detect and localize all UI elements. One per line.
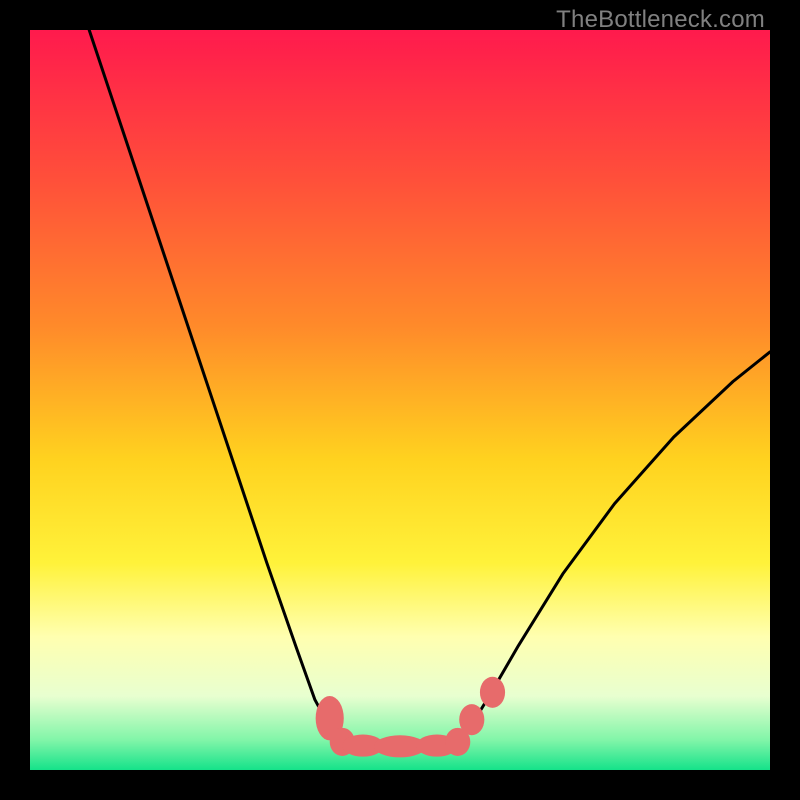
- watermark-text: TheBottleneck.com: [556, 6, 765, 34]
- chart-plot: [30, 30, 770, 770]
- marker-7: [480, 677, 505, 708]
- marker-6: [459, 704, 484, 735]
- gradient-background: [30, 30, 770, 770]
- chart-frame: [30, 30, 770, 770]
